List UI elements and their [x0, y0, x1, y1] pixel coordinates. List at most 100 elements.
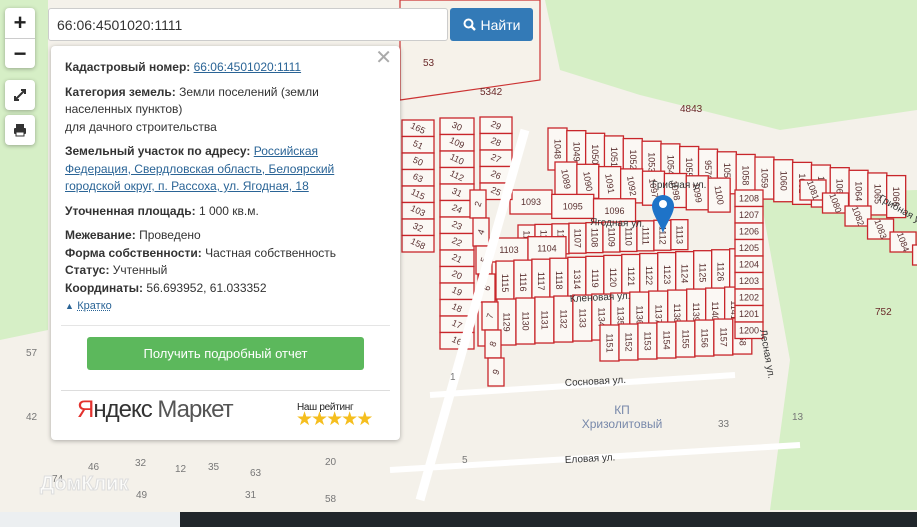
parcel[interactable]: 32	[401, 218, 435, 237]
parcel[interactable]: 1113	[670, 219, 689, 251]
parcel[interactable]: 1156	[694, 319, 715, 357]
parcel[interactable]: 29	[479, 116, 513, 135]
parcel[interactable]: 1130	[515, 297, 536, 345]
parcel-number: 1200	[739, 325, 759, 335]
category-use: для дачного строительства	[65, 119, 217, 134]
parcel-number: 1155	[680, 329, 690, 348]
parcel[interactable]: 1151	[599, 324, 620, 362]
caret-up-icon: ▲	[65, 301, 74, 311]
parcel-number: 1113	[674, 225, 684, 244]
settlement-name-line2: Хризолитовый	[582, 417, 663, 431]
parcel[interactable]: 7	[481, 301, 499, 331]
parcel-number: 1124	[680, 264, 690, 283]
cad-number-link[interactable]: 66:06:4501020:1111	[194, 60, 301, 74]
parcel-number: 1133	[577, 308, 587, 327]
parcel[interactable]: 4	[472, 217, 490, 247]
parcel[interactable]: 1153	[637, 322, 658, 360]
parcel[interactable]: 1090	[576, 163, 600, 199]
parcel-number: 1123	[662, 265, 672, 284]
parcel[interactable]: 1204	[734, 255, 764, 274]
parcel-number: 1120	[608, 268, 618, 287]
zoom-control: + −	[5, 8, 35, 68]
parcel[interactable]: 31	[439, 183, 475, 202]
parcel-number: 1122	[644, 266, 654, 285]
parcel-number: 1157	[718, 327, 728, 346]
parcel[interactable]: 1157	[713, 318, 734, 356]
parcel[interactable]: 63	[401, 168, 435, 187]
print-icon	[14, 124, 26, 137]
parcel[interactable]: 1089	[554, 161, 578, 197]
parcel-number: 1054	[665, 155, 675, 175]
parcel[interactable]: 1095	[551, 193, 595, 220]
parcel[interactable]: 165	[401, 119, 435, 138]
parcel[interactable]: 112	[439, 166, 475, 185]
parcel[interactable]: 2	[469, 189, 487, 219]
parcel[interactable]: 22	[439, 232, 475, 251]
zoom-out-button[interactable]: −	[5, 38, 35, 68]
parcel[interactable]: 1131	[534, 296, 555, 344]
parcel[interactable]: 1203	[734, 271, 764, 290]
parcel[interactable]: 1060	[773, 159, 794, 203]
parcel[interactable]: 1206	[734, 222, 764, 241]
parcel-number: 1206	[739, 226, 759, 236]
parcel[interactable]: 20	[439, 265, 475, 284]
parcel[interactable]: 9	[487, 357, 505, 387]
parcel[interactable]: 1107	[568, 222, 587, 254]
parcel[interactable]: 1207	[734, 205, 764, 224]
parcel-number: 1116	[518, 273, 528, 292]
parcel[interactable]: 110	[439, 150, 475, 169]
search-button[interactable]: Найти	[450, 8, 533, 41]
parcel-number: 1060	[778, 171, 788, 191]
parcel-number: 1096	[605, 206, 625, 216]
parcel[interactable]: 1091	[598, 165, 622, 202]
parcel[interactable]: 1155	[675, 320, 696, 358]
parcel[interactable]: 1201	[734, 304, 764, 323]
parcel[interactable]: 1104	[527, 236, 567, 262]
parcel-number: 1132	[558, 309, 568, 328]
parcel-number: 1131	[539, 310, 549, 329]
parcel-number: 1129	[501, 312, 511, 331]
parcel[interactable]: 30	[439, 117, 475, 136]
parcel-number: 1109	[606, 227, 616, 246]
parcel[interactable]: 1154	[656, 321, 677, 359]
house-number: 20	[325, 457, 337, 468]
close-icon[interactable]: ✕	[375, 48, 392, 67]
parcel-number: 1136	[634, 305, 644, 324]
fullscreen-button[interactable]	[5, 80, 35, 110]
parcel[interactable]: 19	[439, 282, 475, 301]
cad-label: Кадастровый номер:	[65, 60, 191, 74]
print-button[interactable]	[5, 115, 35, 145]
parcel[interactable]: 28	[479, 132, 513, 151]
parcel[interactable]: 1092	[619, 168, 644, 204]
parcel[interactable]: 23	[439, 216, 475, 235]
parcel[interactable]: 1152	[618, 323, 639, 361]
parcel[interactable]: 158	[401, 234, 435, 253]
collapse-link[interactable]: Кратко	[77, 300, 112, 312]
cadastral-search-input[interactable]	[48, 8, 448, 41]
parcel-number: 1108	[589, 228, 599, 247]
parcel-number: 1050	[590, 144, 600, 164]
parcel-number: 1095	[563, 201, 583, 211]
parcel[interactable]: 8	[484, 329, 502, 359]
parcel[interactable]: 1205	[734, 238, 764, 257]
parcel[interactable]: 1313	[911, 244, 917, 266]
parcel[interactable]: 27	[479, 149, 513, 168]
star-icon: ★	[341, 409, 358, 430]
parcel-number: 1205	[739, 243, 759, 253]
parcel[interactable]: 50	[401, 152, 435, 171]
parcel[interactable]: 109	[439, 133, 475, 152]
zoom-in-button[interactable]: +	[5, 8, 35, 38]
parcel[interactable]: 103	[401, 201, 435, 220]
yandex-market-logo[interactable]: Яндекс Маркет	[77, 398, 234, 422]
parcel[interactable]: 1202	[734, 288, 764, 307]
parcel[interactable]: 1100	[707, 177, 731, 213]
parcel[interactable]: 115	[401, 185, 435, 204]
parcel-number: 1048	[553, 139, 563, 159]
parcel[interactable]: 51	[401, 135, 435, 154]
parcel[interactable]: 1208	[734, 189, 764, 208]
parcel[interactable]: 21	[439, 249, 475, 268]
status-value: Учтенный	[112, 263, 168, 277]
parcel[interactable]: 24	[439, 199, 475, 218]
get-report-button[interactable]: Получить подробный отчет	[87, 337, 364, 370]
parcel[interactable]: 1093	[509, 189, 553, 215]
